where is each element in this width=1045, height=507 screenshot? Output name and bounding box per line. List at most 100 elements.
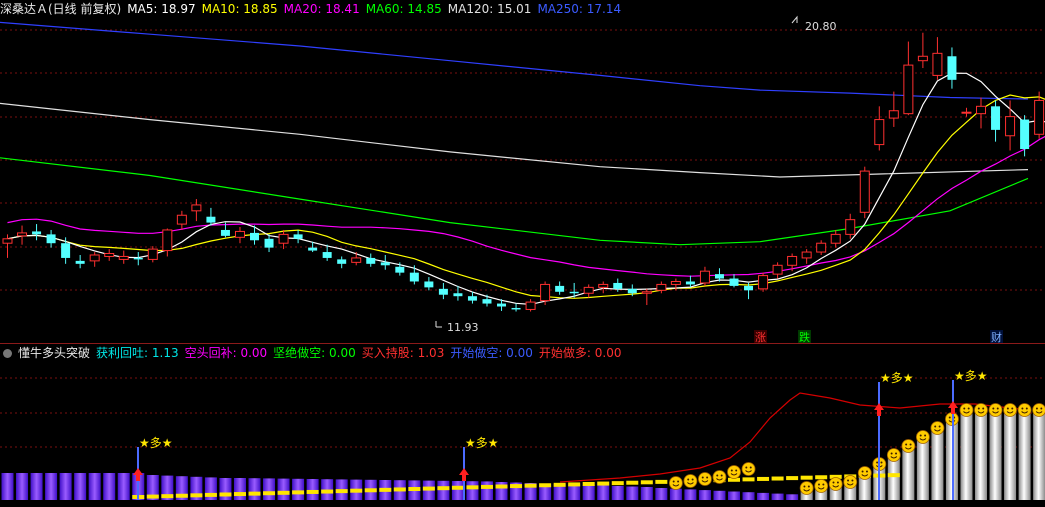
candle-body: [46, 234, 56, 244]
buy-signal-label: ★多★: [465, 436, 499, 450]
candle-body: [1020, 119, 1030, 150]
candle-body: [206, 216, 216, 223]
indicator-bar: [698, 490, 711, 500]
indicator-bar: [45, 473, 58, 500]
buy-signal-label: ★多★: [954, 369, 988, 383]
candle: [583, 284, 594, 298]
candle: [147, 246, 158, 263]
candle-body: [1005, 116, 1016, 137]
candle: [699, 266, 710, 286]
candle: [888, 91, 899, 127]
indicator-dash: [321, 489, 334, 494]
candle-body: [758, 275, 769, 290]
candle: [729, 274, 739, 288]
candle: [46, 229, 56, 248]
smiley-icon: [712, 470, 727, 484]
indicator-dash: [408, 487, 421, 492]
smiley-icon: [930, 421, 945, 435]
kline-chart[interactable]: 20.80 11.93 涨 跌 财 ★多★ ★多★ ★多★ ★多★: [0, 0, 1045, 507]
candle: [656, 281, 667, 294]
indicator-bar: [611, 486, 624, 500]
indicator-bar: [640, 487, 653, 500]
candle-body: [903, 64, 914, 115]
candle: [89, 252, 100, 267]
indicator-bar: [669, 488, 682, 500]
candle-body: [627, 288, 637, 294]
candle: [32, 224, 42, 241]
smiley-icon: [683, 474, 698, 488]
candle: [264, 234, 274, 253]
low-price-label: 11.93: [447, 321, 479, 334]
candle: [598, 281, 609, 294]
candle-body: [250, 232, 260, 241]
buy-signal-label: ★多★: [880, 371, 914, 385]
candle-body: [641, 291, 652, 294]
candle: [17, 225, 28, 245]
candle: [903, 41, 914, 116]
candle-body: [729, 278, 739, 286]
indicator-dash: [204, 492, 217, 497]
smiley-icon: [857, 466, 872, 480]
candle-body: [932, 52, 943, 76]
smiley-icon: [727, 465, 741, 479]
candle-body: [714, 274, 724, 279]
candle-body: [874, 119, 885, 146]
indicator-bar: [771, 493, 784, 500]
smiley-icon: [668, 476, 683, 490]
indicator-dash: [161, 494, 174, 499]
candle: [482, 294, 492, 307]
smiley-icon: [1032, 403, 1045, 417]
indicator-bar: [437, 480, 450, 500]
indicator-dash: [568, 482, 581, 487]
indicator-dash: [437, 486, 450, 491]
indicator-bar: [902, 448, 915, 500]
candle-body: [17, 232, 28, 237]
candle-body: [61, 243, 71, 258]
smiley-icon: [843, 475, 858, 489]
candle-body: [525, 301, 536, 310]
indicator-dash: [887, 473, 900, 478]
smiley-icon: [828, 477, 843, 491]
high-price-label: 20.80: [805, 20, 837, 33]
low-marker-arrow: [435, 321, 442, 328]
buy-arrow-icon: [948, 401, 958, 414]
indicator-dash: [757, 476, 770, 481]
candle: [234, 227, 245, 244]
smiley-icon: [945, 412, 959, 426]
buy-signal-label: ★多★: [139, 436, 173, 450]
candle: [859, 166, 870, 219]
candle-body: [555, 285, 565, 292]
candle: [337, 256, 347, 269]
candle-body: [1034, 99, 1045, 135]
candle-body: [816, 242, 827, 253]
indicator-dash: [146, 494, 159, 499]
indicator-bar: [757, 492, 770, 500]
candle-body: [264, 238, 274, 248]
candle-body: [118, 255, 129, 260]
indicator-bar: [219, 478, 232, 500]
indicator-bar: [655, 488, 668, 500]
smiley-icon: [886, 448, 901, 462]
smiley-icon: [741, 462, 756, 476]
indicator-bar: [1033, 412, 1045, 500]
candle-body: [234, 230, 245, 238]
candle-body: [176, 214, 187, 225]
candle-body: [787, 255, 798, 266]
smiley-icon: [1017, 403, 1032, 417]
candle-body: [772, 264, 783, 275]
indicator-dash: [335, 489, 348, 494]
candle-body: [511, 307, 521, 310]
candle: [991, 100, 1001, 142]
indicator-dash: [190, 493, 203, 498]
candle-body: [278, 233, 289, 244]
candle-body: [220, 229, 230, 236]
candle: [366, 253, 376, 267]
candle: [801, 249, 812, 264]
indicator-dash: [495, 484, 508, 489]
candle-body: [845, 219, 856, 235]
candle: [525, 299, 536, 312]
indicator-dash: [466, 485, 479, 490]
indicator-dash: [539, 483, 552, 488]
indicator-bar: [16, 473, 29, 500]
ma120-line: [0, 102, 1029, 178]
